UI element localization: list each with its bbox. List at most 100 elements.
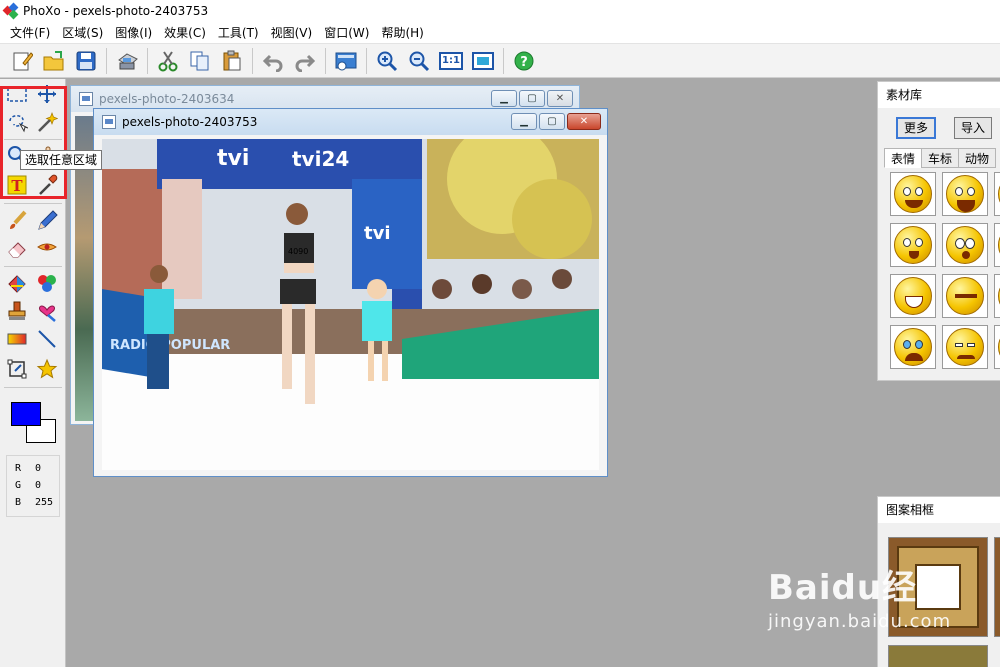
tab-animals[interactable]: 动物 bbox=[958, 148, 997, 168]
document-titlebar[interactable]: pexels-photo-2403753 ▁ ▢ ✕ bbox=[94, 109, 607, 135]
copy-icon[interactable] bbox=[186, 47, 214, 75]
gradient-icon[interactable] bbox=[4, 326, 30, 352]
emoji-face-icon bbox=[946, 175, 984, 213]
fit-window-icon[interactable] bbox=[469, 47, 497, 75]
marathon-photo: tvi tvi24 tvi RADIO POPULAR 4090 bbox=[102, 139, 599, 470]
tab-emoji[interactable]: 表情 bbox=[884, 148, 923, 168]
emoji-item[interactable] bbox=[942, 172, 988, 216]
star-shape-icon[interactable] bbox=[34, 356, 60, 382]
emoji-item[interactable] bbox=[994, 223, 1000, 267]
pencil-icon[interactable] bbox=[34, 207, 60, 233]
menu-item[interactable]: 效果(C) bbox=[158, 23, 212, 43]
menu-item[interactable]: 帮助(H) bbox=[375, 23, 429, 43]
rgb-row-r: R0 bbox=[15, 460, 59, 477]
emoji-item[interactable] bbox=[994, 274, 1000, 318]
color-fill-icon[interactable] bbox=[4, 270, 30, 296]
print-icon[interactable] bbox=[113, 47, 141, 75]
emoji-item[interactable] bbox=[890, 274, 936, 318]
sign-radio: RADIO POPULAR bbox=[110, 338, 230, 353]
rgb-value: 0 bbox=[35, 463, 42, 474]
cut-icon[interactable] bbox=[154, 47, 182, 75]
open-folder-icon[interactable] bbox=[40, 47, 68, 75]
color-palette-icon[interactable] bbox=[34, 270, 60, 296]
emoji-item[interactable] bbox=[890, 325, 936, 369]
emoji-face-icon bbox=[946, 226, 984, 264]
tool-tooltip: 选取任意区域 bbox=[20, 150, 103, 170]
help-icon[interactable]: ? bbox=[510, 47, 538, 75]
smudge-icon[interactable] bbox=[34, 235, 60, 261]
menu-item[interactable]: 窗口(W) bbox=[318, 23, 375, 43]
import-button[interactable]: 导入 bbox=[954, 117, 993, 139]
tab-car-logos[interactable]: 车标 bbox=[921, 148, 960, 168]
eraser-icon[interactable] bbox=[4, 235, 30, 261]
minimize-button[interactable]: ▁ bbox=[491, 90, 517, 107]
save-icon[interactable] bbox=[72, 47, 100, 75]
baidu-watermark: Baidu经验 jingyan.baidu.com bbox=[768, 560, 952, 632]
emoji-face-icon bbox=[946, 277, 984, 315]
more-button[interactable]: 更多 bbox=[896, 117, 937, 139]
toolbar-separator bbox=[106, 47, 107, 74]
palette-separator bbox=[4, 203, 62, 204]
brush-icon[interactable] bbox=[4, 207, 30, 233]
emoji-item[interactable] bbox=[942, 274, 988, 318]
toolbar-separator bbox=[325, 47, 326, 74]
transform-icon[interactable] bbox=[4, 356, 30, 382]
maximize-button[interactable]: ▢ bbox=[539, 113, 565, 130]
menu-item[interactable]: 区域(S) bbox=[56, 23, 109, 43]
menu-item[interactable]: 视图(V) bbox=[265, 23, 319, 43]
rgb-readout: R0 G0 B 255 bbox=[6, 455, 60, 517]
actual-size-icon[interactable]: 1:1 bbox=[437, 47, 465, 75]
new-document-icon[interactable] bbox=[8, 47, 36, 75]
emoji-item[interactable] bbox=[942, 325, 988, 369]
rgb-key: G bbox=[15, 480, 22, 491]
close-button[interactable]: ✕ bbox=[567, 113, 601, 130]
sign-right: tvi24 bbox=[292, 147, 349, 171]
emoji-item[interactable] bbox=[942, 223, 988, 267]
rgb-row-g: G0 bbox=[15, 477, 59, 494]
rgb-key: R bbox=[15, 463, 22, 474]
heart-brush-icon[interactable] bbox=[34, 298, 60, 324]
watermark-brand: Baidu经验 bbox=[768, 568, 953, 608]
document-title: pexels-photo-2403634 bbox=[99, 92, 235, 106]
assets-panel: 素材库 更多 导入 表情 车标 动物 bbox=[877, 81, 1000, 381]
undo-icon[interactable] bbox=[259, 47, 287, 75]
zoom-in-icon[interactable] bbox=[373, 47, 401, 75]
watermark-url: jingyan.baidu.com bbox=[768, 611, 952, 632]
palette-separator bbox=[4, 266, 62, 267]
phoxo-logo-icon bbox=[2, 2, 19, 20]
emoji-item[interactable] bbox=[994, 325, 1000, 369]
menu-item[interactable]: 文件(F) bbox=[4, 23, 56, 43]
emoji-face-icon bbox=[894, 226, 932, 264]
toolbar-separator bbox=[252, 47, 253, 74]
emoji-item[interactable] bbox=[890, 223, 936, 267]
window-controls: ▁ ▢ ✕ bbox=[509, 113, 601, 130]
line-tool-icon[interactable] bbox=[34, 326, 60, 352]
emoji-item[interactable] bbox=[994, 172, 1000, 216]
maximize-button[interactable]: ▢ bbox=[519, 90, 545, 107]
sign-left: tvi bbox=[217, 146, 249, 171]
toolbar-separator bbox=[147, 47, 148, 74]
minimize-button[interactable]: ▁ bbox=[511, 113, 537, 130]
foreground-color-swatch[interactable] bbox=[11, 402, 41, 426]
close-button[interactable]: ✕ bbox=[547, 90, 573, 107]
image-settings-icon[interactable] bbox=[332, 47, 360, 75]
clone-stamp-icon[interactable] bbox=[4, 298, 30, 324]
frame-thumbnail[interactable] bbox=[888, 645, 988, 667]
zoom-out-icon[interactable] bbox=[405, 47, 433, 75]
document-title: pexels-photo-2403753 bbox=[122, 115, 258, 129]
paste-icon[interactable] bbox=[218, 47, 246, 75]
toolbar-separator bbox=[503, 47, 504, 74]
actual-size-label: 1:1 bbox=[439, 51, 463, 70]
document-window-front[interactable]: pexels-photo-2403753 ▁ ▢ ✕ tvi tvi24 tvi bbox=[93, 108, 608, 477]
redo-icon[interactable] bbox=[291, 47, 319, 75]
emoji-item[interactable] bbox=[890, 172, 936, 216]
emoji-face-icon bbox=[894, 175, 932, 213]
frame-thumbnail[interactable] bbox=[994, 537, 1000, 637]
rgb-value: 255 bbox=[35, 497, 54, 508]
menu-item[interactable]: 图像(I) bbox=[109, 23, 158, 43]
main-toolbar: 1:1 ? bbox=[0, 44, 1000, 78]
window-controls: ▁ ▢ ✕ bbox=[489, 90, 573, 107]
rgb-value: 0 bbox=[35, 480, 42, 491]
menu-item[interactable]: 工具(T) bbox=[212, 23, 265, 43]
bib-number: 4090 bbox=[288, 247, 308, 256]
